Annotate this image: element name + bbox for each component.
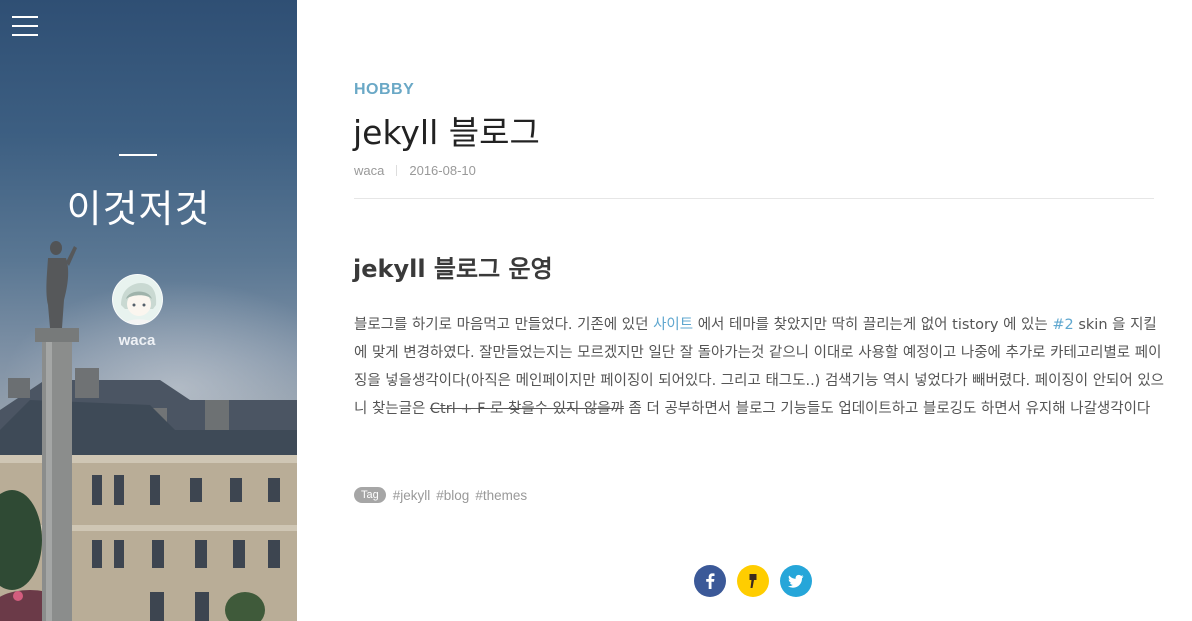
author-name[interactable]: waca (0, 332, 274, 349)
twitter-glyph (788, 574, 804, 588)
tag-label: Tag (354, 487, 386, 503)
avatar[interactable] (112, 274, 163, 325)
kakaostory-icon[interactable] (737, 565, 769, 597)
strikethrough-text: Ctrl + F 로 찾을수 있지 않을까 (429, 401, 624, 417)
tag-link[interactable]: #themes (475, 488, 527, 503)
post-body: 블로그를 하기로 마음먹고 만들었다. 기존에 있던 사이트 에서 테마를 찾았… (354, 311, 1166, 423)
kakaostory-glyph (749, 574, 757, 588)
post-title: jekyll 블로그 (353, 113, 540, 152)
post-meta: waca 2016-08-10 (354, 163, 476, 178)
share-buttons (694, 565, 812, 597)
post-author[interactable]: waca (354, 163, 384, 178)
blog-title[interactable]: 이것저것 (0, 178, 277, 233)
skin-link[interactable]: #2 (1052, 317, 1073, 333)
tag-link[interactable]: #jekyll (393, 488, 431, 503)
post-heading: jekyll 블로그 운영 (353, 255, 553, 283)
sidebar: 이것저것 waca (0, 0, 297, 621)
body-text: 에서 테마를 찾았지만 딱히 끌리는게 없어 tistory 에 있는 (693, 317, 1053, 333)
hamburger-menu-icon[interactable] (12, 14, 38, 38)
avatar-image (113, 275, 162, 324)
twitter-icon[interactable] (780, 565, 812, 597)
title-divider (119, 154, 157, 156)
facebook-icon[interactable] (694, 565, 726, 597)
tag-list: Tag #jekyll #blog #themes (354, 487, 527, 503)
facebook-glyph (706, 573, 715, 589)
meta-separator (396, 165, 398, 176)
post-category[interactable]: HOBBY (354, 81, 414, 99)
body-text: 좀 더 공부하면서 블로그 기능들도 업데이트하고 블로깅도 하면서 유지해 나… (623, 401, 1151, 417)
post-date: 2016-08-10 (409, 163, 476, 178)
body-text: 블로그를 하기로 마음먹고 만들었다. 기존에 있던 (354, 317, 654, 333)
site-link[interactable]: 사이트 (653, 317, 693, 333)
tag-link[interactable]: #blog (436, 488, 469, 503)
post-content: HOBBY jekyll 블로그 waca 2016-08-10 jekyll 블… (297, 0, 1192, 621)
header-divider (354, 198, 1154, 199)
